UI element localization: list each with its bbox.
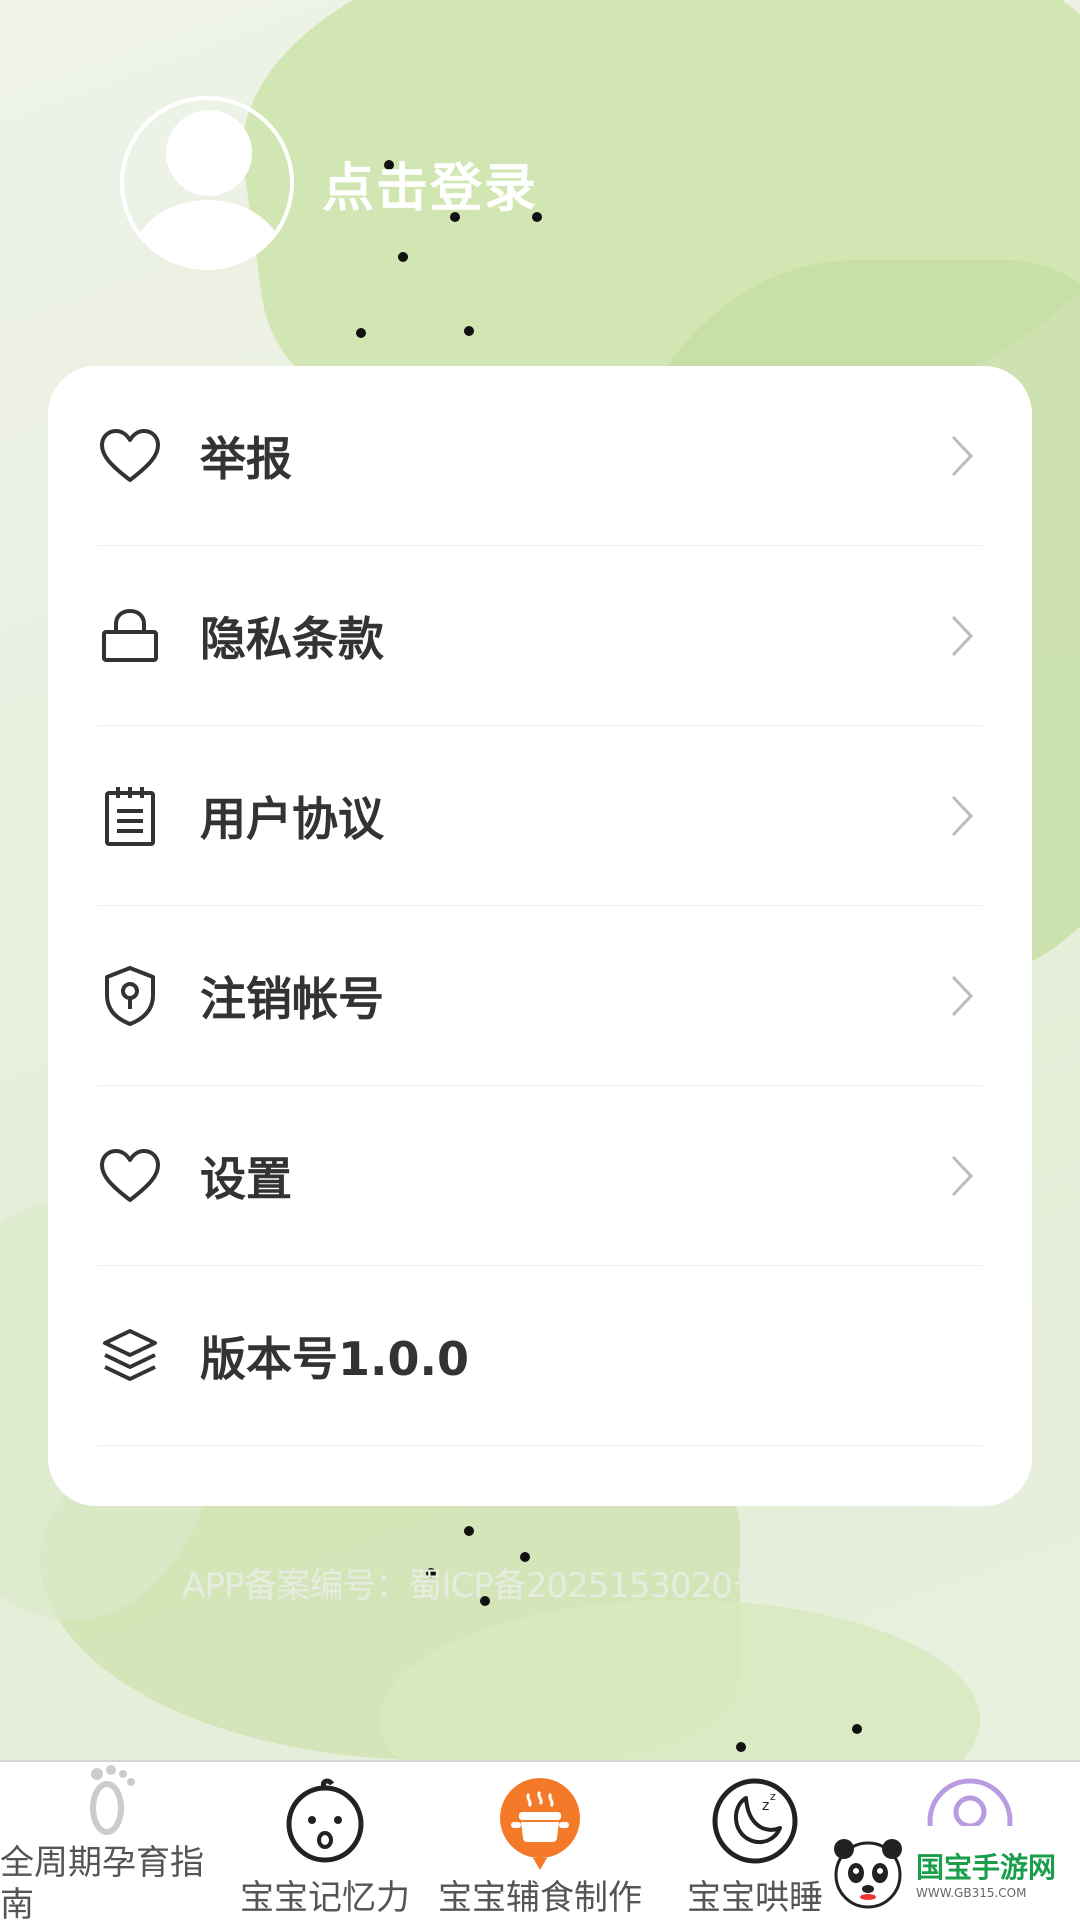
login-header[interactable]: 点击登录 — [120, 96, 538, 270]
menu-item-user-agreement[interactable]: 用户协议 — [98, 726, 982, 906]
chevron-right-icon — [942, 966, 982, 1026]
tab-label: 全周期孕育指南 — [0, 1843, 204, 1920]
watermark-brand: 国宝手游网 — [916, 1851, 1057, 1884]
menu-item-label: 用户协议 — [200, 791, 384, 846]
watermark-logo: 国宝手游网 WWW.GB315.COM — [828, 1826, 1080, 1920]
tab-label: 宝宝辅食制作 — [438, 1878, 642, 1918]
tab-label: 宝宝记忆力 — [240, 1878, 410, 1918]
menu-item-label: 注销帐号 — [200, 971, 384, 1026]
icp-filing-link[interactable]: APP备案编号：蜀ICP备2025153020号-120A > — [0, 1558, 1080, 1607]
shield-keyhole-icon — [98, 964, 162, 1028]
chevron-right-icon — [942, 1146, 982, 1206]
cooking-pot-icon — [495, 1776, 585, 1870]
layers-icon — [98, 1324, 162, 1388]
menu-item-label: 隐私条款 — [200, 611, 384, 666]
chevron-right-icon — [942, 426, 982, 486]
svg-text:z: z — [770, 1790, 776, 1803]
menu-item-privacy[interactable]: 隐私条款 — [98, 546, 982, 726]
menu-item-delete-account[interactable]: 注销帐号 — [98, 906, 982, 1086]
svg-text:z: z — [762, 1798, 769, 1814]
menu-card: 举报 隐私条款 用户协议 注销帐号 设置 版本号1.0.0 — [48, 366, 1032, 1506]
watermark-url: WWW.GB315.COM — [916, 1886, 1027, 1900]
version-label: 版本号1.0.0 — [200, 1331, 469, 1386]
moon-sleep-icon: zz — [710, 1776, 800, 1866]
chevron-right-icon — [942, 786, 982, 846]
login-label[interactable]: 点击登录 — [322, 146, 538, 221]
tab-baby-memory[interactable]: 宝宝记忆力 — [220, 1762, 430, 1920]
tab-pregnancy-guide[interactable]: 全周期孕育指南 — [0, 1762, 220, 1920]
menu-item-label: 举报 — [200, 431, 292, 486]
menu-item-report[interactable]: 举报 — [98, 366, 982, 546]
chevron-right-icon — [942, 606, 982, 666]
footprint-icon — [63, 1762, 153, 1852]
lock-icon — [98, 604, 162, 668]
heart-icon — [98, 1144, 162, 1208]
panda-logo-icon — [834, 1839, 902, 1909]
tab-baby-food[interactable]: 宝宝辅食制作 — [430, 1762, 650, 1920]
baby-face-icon — [280, 1776, 370, 1866]
menu-item-version: 版本号1.0.0 — [98, 1266, 982, 1446]
menu-item-settings[interactable]: 设置 — [98, 1086, 982, 1266]
document-icon — [98, 784, 162, 848]
heart-icon — [98, 424, 162, 488]
avatar[interactable] — [120, 96, 294, 270]
menu-item-label: 设置 — [200, 1151, 292, 1206]
